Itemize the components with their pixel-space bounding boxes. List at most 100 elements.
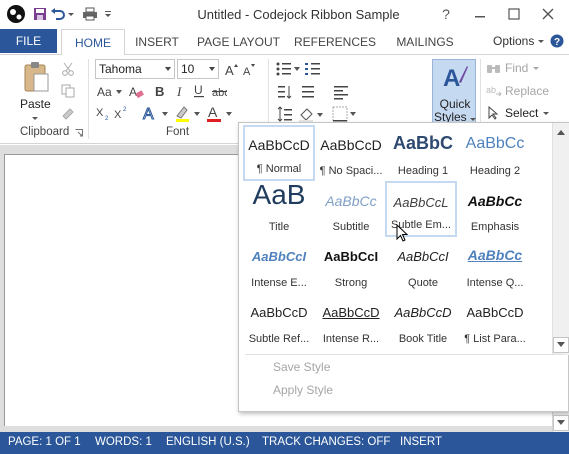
apply-style-menu-item[interactable]: Apply Style xyxy=(273,383,333,397)
status-page[interactable]: PAGE: 1 OF 1 xyxy=(8,436,81,448)
copy-icon[interactable] xyxy=(60,83,76,99)
svg-text:2: 2 xyxy=(105,116,109,120)
gallery-scrollbar[interactable] xyxy=(552,123,569,355)
font-size-value: 10 xyxy=(181,62,195,76)
shrink-font-icon[interactable]: A xyxy=(242,61,256,77)
superscript-icon[interactable]: X2 xyxy=(114,105,128,121)
style-tile-heading-1[interactable]: AaBbC Heading 1 xyxy=(387,125,459,181)
paste-icon[interactable] xyxy=(22,61,50,93)
svg-text:A: A xyxy=(143,106,154,122)
scroll-up-icon[interactable] xyxy=(553,125,569,141)
tab-page-layout[interactable]: PAGE LAYOUT xyxy=(190,29,287,54)
align-left-icon[interactable] xyxy=(332,83,350,101)
style-name: Subtitle xyxy=(332,221,370,233)
line-spacing-icon[interactable] xyxy=(276,105,294,123)
find-label: Find xyxy=(505,61,529,75)
font-size-combo[interactable]: 10 xyxy=(177,59,219,79)
style-sample: AaBbCcD xyxy=(320,137,382,153)
style-tile-book-title[interactable]: AaBbCcD Book Title xyxy=(387,293,459,349)
svg-text:X: X xyxy=(114,109,122,120)
style-tile-title[interactable]: AaB Title xyxy=(243,179,315,237)
style-name: Title xyxy=(268,221,290,233)
save-style-menu-item[interactable]: Save Style xyxy=(273,360,330,374)
paste-dropdown-icon[interactable] xyxy=(32,117,38,120)
style-tile-intense-reference[interactable]: AaBbCcD Intense R... xyxy=(315,293,387,349)
paste-button-label[interactable]: Paste xyxy=(20,97,51,111)
style-tile-normal[interactable]: AaBbCcD ¶ Normal xyxy=(243,125,315,181)
status-language[interactable]: ENGLISH (U.S.) xyxy=(166,436,250,448)
text-effects-icon[interactable]: A xyxy=(142,103,172,123)
quick-styles-button[interactable]: A Quick Styles xyxy=(432,59,477,125)
style-tile-subtitle[interactable]: AaBbCc Subtitle xyxy=(315,181,387,237)
numbering-icon[interactable] xyxy=(305,60,331,78)
question-icon[interactable]: ? xyxy=(437,5,455,23)
svg-text:2: 2 xyxy=(123,107,127,113)
grow-font-icon[interactable]: A xyxy=(224,61,238,77)
bold-icon[interactable]: B xyxy=(152,82,168,100)
highlight-icon[interactable] xyxy=(174,103,204,123)
style-name: Intense R... xyxy=(322,333,380,345)
style-tile-no-spacing[interactable]: AaBbCcD ¶ No Spaci... xyxy=(315,125,387,181)
bullets-icon[interactable] xyxy=(276,60,302,78)
borders-icon[interactable] xyxy=(332,105,358,123)
style-tile-intense-emphasis[interactable]: AaBbCcI Intense E... xyxy=(243,237,315,293)
quick-styles-icon: A xyxy=(441,62,469,92)
options-menu[interactable]: Options xyxy=(493,29,545,53)
svg-text:A: A xyxy=(129,85,137,99)
tab-mailings[interactable]: MAILINGS xyxy=(385,29,465,54)
cut-icon[interactable] xyxy=(60,61,76,77)
strikethrough-icon[interactable]: abc xyxy=(210,82,228,100)
minimize-icon[interactable] xyxy=(470,4,490,24)
status-track-changes[interactable]: TRACK CHANGES: OFF xyxy=(262,436,390,448)
chevron-down-icon xyxy=(533,66,540,70)
replace-button[interactable]: ab Replace xyxy=(486,84,549,98)
scroll-down-icon[interactable] xyxy=(553,415,569,431)
italic-icon[interactable]: I xyxy=(172,82,188,100)
svg-text:A: A xyxy=(208,104,218,120)
subscript-icon[interactable]: X2 xyxy=(96,105,110,121)
format-painter-icon[interactable] xyxy=(60,105,76,121)
clear-formatting-icon[interactable]: A xyxy=(127,82,145,100)
style-tile-intense-quote[interactable]: AaBbCc Intense Q... xyxy=(459,237,531,293)
select-button[interactable]: Select xyxy=(486,106,550,120)
style-tile-quote[interactable]: AaBbCcI Quote xyxy=(387,237,459,293)
chevron-down-icon xyxy=(538,39,545,43)
find-button[interactable]: Find xyxy=(486,61,540,75)
style-tile-strong[interactable]: AaBbCcI Strong xyxy=(315,237,387,293)
replace-label: Replace xyxy=(505,84,550,98)
sort-lines-icon[interactable] xyxy=(300,83,318,101)
dialog-launcher-icon[interactable] xyxy=(74,128,83,137)
restore-icon[interactable] xyxy=(504,4,524,24)
chevron-down-icon xyxy=(543,111,550,115)
status-words[interactable]: WORDS: 1 xyxy=(95,436,152,448)
scroll-down-icon[interactable] xyxy=(553,337,569,353)
font-color-icon[interactable]: A xyxy=(206,103,236,123)
style-name: ¶ List Para... xyxy=(464,333,526,345)
tab-file[interactable]: FILE xyxy=(0,29,57,53)
style-name: Emphasis xyxy=(470,221,520,233)
svg-text:?: ? xyxy=(554,37,560,48)
style-name: Heading 1 xyxy=(397,165,449,177)
style-tile-list-paragraph[interactable]: AaBbCcD ¶ List Para... xyxy=(459,293,531,349)
style-tile-subtle-reference[interactable]: AaBbCcD Subtle Ref... xyxy=(243,293,315,349)
style-name: Intense Q... xyxy=(466,277,524,289)
font-group-label: Font xyxy=(166,126,190,138)
style-tile-emphasis[interactable]: AaBbCc Emphasis xyxy=(459,181,531,237)
change-case-icon[interactable]: Aa xyxy=(96,82,124,100)
svg-text:B: B xyxy=(155,84,164,98)
font-name-combo[interactable]: Tahoma xyxy=(95,59,175,79)
shading-icon[interactable] xyxy=(298,105,328,123)
sort-icon[interactable] xyxy=(276,83,294,101)
replace-icon: ab xyxy=(486,85,502,97)
svg-text:abc: abc xyxy=(212,87,227,98)
style-tile-heading-2[interactable]: AaBbCc Heading 2 xyxy=(459,125,531,181)
underline-icon[interactable]: U xyxy=(191,82,207,100)
status-mode[interactable]: INSERT xyxy=(400,436,442,448)
tab-references[interactable]: REFERENCES xyxy=(290,29,380,54)
options-label: Options xyxy=(493,34,535,48)
style-sample: AaBbCcD xyxy=(466,305,524,320)
tab-home[interactable]: HOME xyxy=(61,29,125,55)
tab-insert[interactable]: INSERT xyxy=(126,29,188,54)
help-icon[interactable]: ? xyxy=(550,34,564,48)
close-icon[interactable] xyxy=(538,4,558,24)
